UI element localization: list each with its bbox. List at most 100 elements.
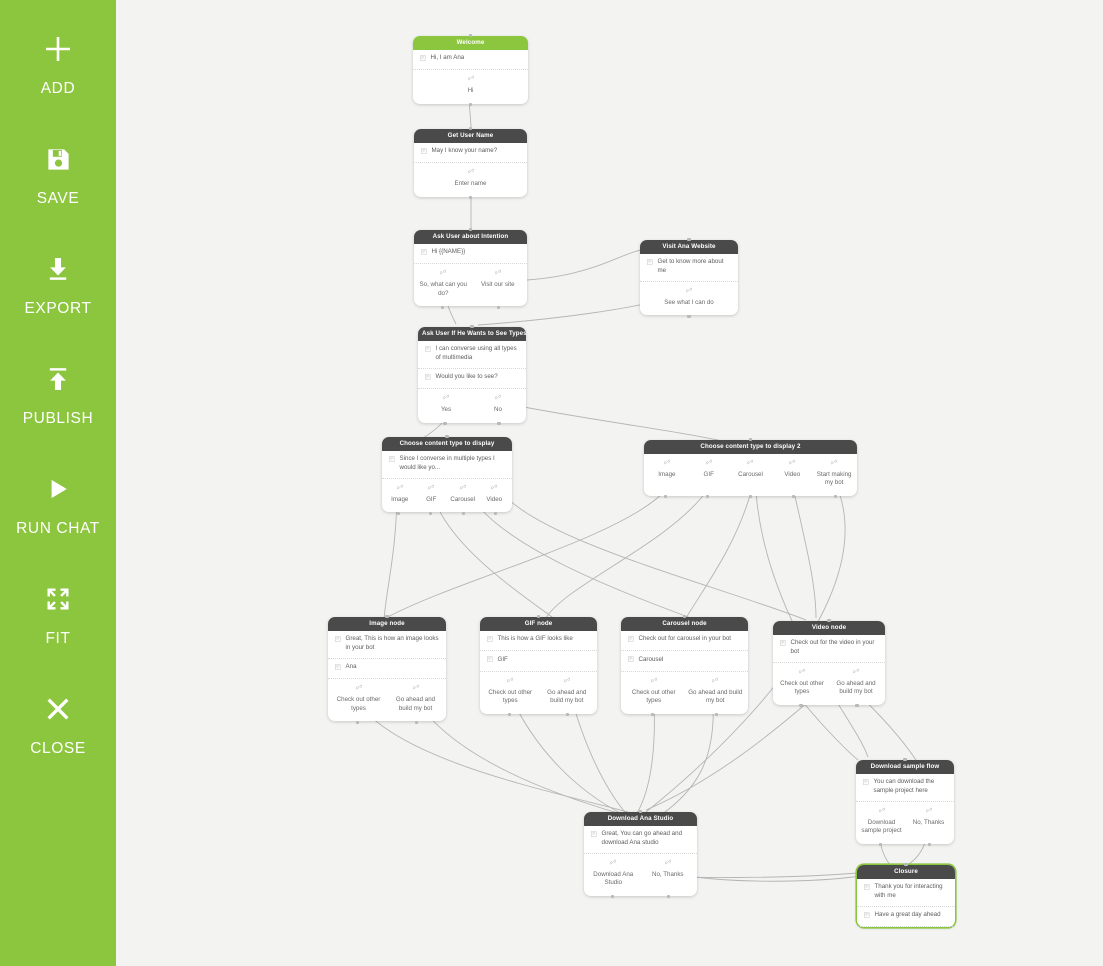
node-input-port[interactable]: [445, 435, 449, 439]
node-button[interactable]: Go ahead and build my bot: [685, 677, 747, 706]
node-output-port[interactable]: [429, 511, 433, 515]
sidebar-item-run-chat[interactable]: RUN CHAT: [0, 466, 116, 576]
node-button[interactable]: Check out other types: [623, 677, 685, 706]
node-message[interactable]: Hi {{NAME}}: [414, 244, 527, 265]
node-input-port[interactable]: [470, 325, 474, 329]
node-message[interactable]: Since I converse in multiple types I wou…: [382, 451, 512, 479]
node-message[interactable]: Get to know more about me: [640, 254, 738, 282]
node-output-port[interactable]: [494, 511, 498, 515]
node-output-port[interactable]: [663, 495, 667, 499]
node-message[interactable]: Check out for carousel in your bot: [621, 631, 748, 652]
node-button[interactable]: So, what can you do?: [416, 269, 471, 298]
node-button[interactable]: Video: [771, 459, 813, 480]
node-output-port[interactable]: [687, 314, 691, 318]
node-button[interactable]: No: [472, 394, 524, 415]
node-button[interactable]: Check out other types: [775, 668, 829, 697]
sidebar-item-export[interactable]: EXPORT: [0, 246, 116, 356]
node-input-port[interactable]: [468, 34, 473, 38]
node-output-port[interactable]: [748, 495, 753, 499]
node-message[interactable]: You can download the sample project here: [856, 774, 954, 802]
node-message[interactable]: Hi, I am Ana: [413, 50, 528, 71]
node-input-port[interactable]: [468, 127, 473, 131]
node-message[interactable]: May I know your name?: [414, 143, 527, 164]
node-message[interactable]: GIF: [480, 651, 597, 672]
node-output-port[interactable]: [855, 704, 859, 708]
node-output-port[interactable]: [610, 895, 614, 899]
node-input-port[interactable]: [536, 615, 541, 619]
node-message[interactable]: Thank you for interacting with me: [857, 879, 955, 907]
node-output-port[interactable]: [497, 305, 501, 309]
flow-node-choose-content-type[interactable]: Choose content type to display Since I co…: [382, 435, 512, 515]
node-output-port[interactable]: [566, 713, 570, 717]
node-output-port[interactable]: [468, 103, 473, 107]
node-output-port[interactable]: [355, 720, 360, 724]
node-button[interactable]: Image: [384, 484, 416, 505]
node-button[interactable]: Image: [646, 459, 688, 480]
node-message[interactable]: Ana: [328, 659, 446, 680]
node-button[interactable]: Visit our site: [471, 269, 526, 290]
flow-node-video-node[interactable]: Video node Check out for the video in you…: [773, 619, 885, 708]
flow-node-get-user-name[interactable]: Get User Name May I know your name? Enter …: [414, 127, 527, 200]
node-input-port[interactable]: [903, 758, 907, 762]
node-button[interactable]: Yes: [420, 394, 472, 415]
node-button[interactable]: GIF: [416, 484, 448, 505]
node-output-port[interactable]: [714, 713, 718, 717]
node-input-port[interactable]: [638, 810, 643, 814]
node-input-port[interactable]: [682, 615, 687, 619]
node-output-port[interactable]: [834, 495, 838, 499]
flow-node-welcome[interactable]: Welcome Hi, I am Ana Hi: [413, 34, 528, 107]
node-button[interactable]: Go ahead and build my bot: [829, 668, 883, 697]
flow-node-download-sample-flow[interactable]: Download sample flow You can download the…: [856, 758, 954, 847]
sidebar-item-add[interactable]: ADD: [0, 26, 116, 136]
flow-node-choose-content-type-2[interactable]: Choose content type to display 2 Image GIF…: [644, 438, 857, 499]
node-button[interactable]: Carousel: [730, 459, 772, 480]
node-output-port[interactable]: [927, 843, 932, 847]
node-output-port[interactable]: [507, 713, 511, 717]
flow-node-download-ana-studio[interactable]: Download Ana Studio Great, You can go ahe…: [584, 810, 697, 899]
node-message[interactable]: This is how a GIF looks like: [480, 631, 597, 652]
flow-node-ask-user-about-intention[interactable]: Ask User about Intention Hi {{NAME}} So, w…: [414, 228, 527, 309]
flow-node-image-node[interactable]: Image node Great, This is how an image lo…: [328, 615, 446, 724]
node-output-port[interactable]: [651, 713, 655, 717]
node-button[interactable]: GIF: [688, 459, 730, 480]
node-input-port[interactable]: [385, 615, 389, 619]
node-output-port[interactable]: [440, 305, 444, 309]
node-output-port[interactable]: [414, 720, 419, 724]
node-output-port[interactable]: [443, 422, 447, 426]
flow-node-ask-user-types[interactable]: Ask User If He Wants to See Types of I ca…: [418, 325, 526, 426]
node-button[interactable]: Start making my bot: [813, 459, 855, 488]
node-message[interactable]: Carousel: [621, 651, 748, 672]
node-button[interactable]: No, Thanks: [641, 859, 696, 880]
node-input-port[interactable]: [468, 228, 473, 232]
node-button[interactable]: Check out other types: [482, 677, 539, 706]
node-output-port[interactable]: [878, 843, 883, 847]
node-button[interactable]: Hi: [415, 75, 526, 96]
node-output-port[interactable]: [396, 511, 400, 515]
node-message[interactable]: Have a great day ahead: [857, 907, 955, 928]
node-input-port[interactable]: [904, 863, 908, 867]
node-output-port[interactable]: [468, 196, 473, 200]
node-message[interactable]: I can converse using all types of multim…: [418, 341, 526, 369]
flow-canvas[interactable]: Welcome Hi, I am Ana Hi Get User Name May I …: [116, 0, 1103, 966]
node-input-port[interactable]: [748, 438, 753, 442]
sidebar-item-publish[interactable]: PUBLISH: [0, 356, 116, 466]
node-output-port[interactable]: [461, 511, 465, 515]
flow-node-visit-ana-website[interactable]: Visit Ana Website Get to know more about …: [640, 238, 738, 318]
node-input-port[interactable]: [827, 619, 831, 623]
node-button[interactable]: Carousel: [447, 484, 479, 505]
node-button[interactable]: Enter name: [416, 168, 525, 189]
node-output-port[interactable]: [791, 495, 795, 499]
node-button[interactable]: Video: [479, 484, 511, 505]
flow-node-carousel-node[interactable]: Carousel node Check out for carousel in y…: [621, 615, 748, 717]
node-button[interactable]: Download sample project: [858, 807, 905, 836]
node-button[interactable]: Download Ana Studio: [586, 859, 641, 888]
flow-node-gif-node[interactable]: GIF node This is how a GIF looks like GIF C…: [480, 615, 597, 717]
node-output-port[interactable]: [799, 704, 803, 708]
node-output-port[interactable]: [667, 895, 671, 899]
node-button[interactable]: Go ahead and build my bot: [387, 684, 444, 713]
node-message[interactable]: Check out for the video in your bot: [773, 635, 885, 663]
node-message[interactable]: Would you like to see?: [418, 369, 526, 390]
node-message[interactable]: Great, This is how an image looks in you…: [328, 631, 446, 659]
flow-node-closure[interactable]: Closure Thank you for interacting with me…: [857, 863, 955, 928]
sidebar-item-fit[interactable]: FIT: [0, 576, 116, 686]
